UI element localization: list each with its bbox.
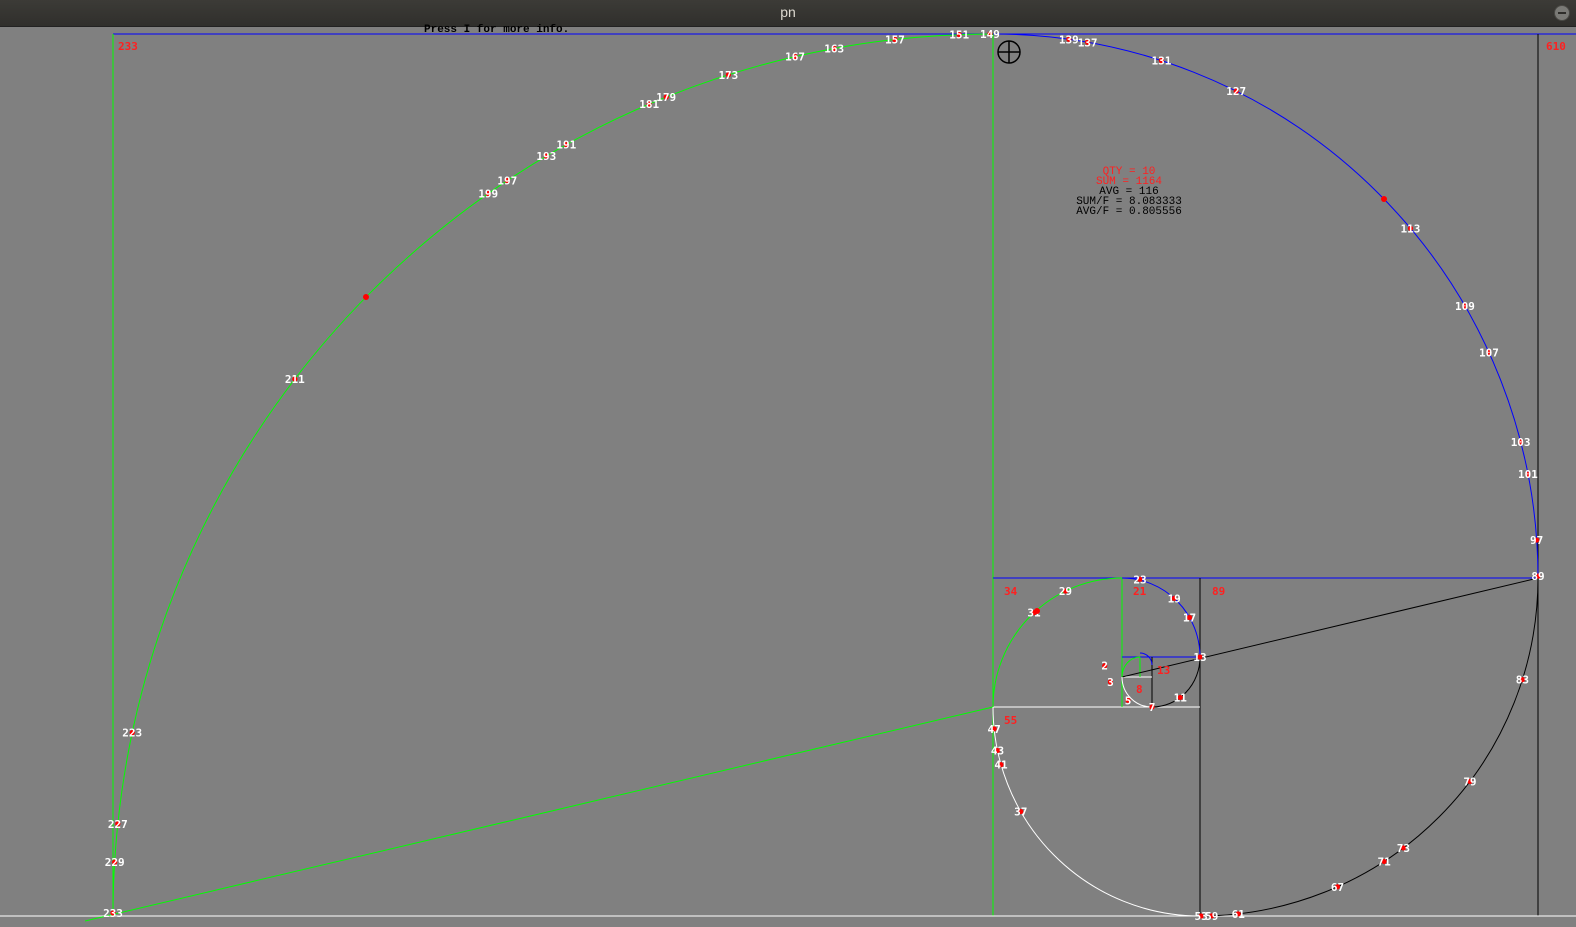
- prime-point-label: 103: [1511, 436, 1531, 449]
- prime-point-label: 83: [1516, 674, 1529, 687]
- prime-point-label: 19: [1168, 592, 1181, 605]
- help-text: Press I for more info.: [424, 24, 570, 36]
- prime-point-label: 149: [980, 28, 1000, 41]
- prime-point-label: 107: [1479, 346, 1499, 359]
- spiral-plot[interactable]: 151 1491571631671731791811911931971992112…: [0, 27, 1576, 927]
- prime-point-label: 5: [1125, 694, 1132, 707]
- prime-point-label: 67: [1331, 881, 1344, 894]
- close-icon[interactable]: [1554, 5, 1570, 21]
- prime-point-label: 7: [1149, 701, 1156, 714]
- prime-point-label: 173: [718, 69, 738, 82]
- prime-point-label: 157: [885, 33, 905, 46]
- fib-square-label: 610: [1546, 40, 1566, 53]
- prime-point-label: 3: [1107, 676, 1114, 689]
- fib-square-label: 89: [1212, 585, 1225, 598]
- prime-point-label: 179: [656, 91, 676, 104]
- prime-point-label: 191: [556, 139, 576, 152]
- prime-point-label: 101: [1518, 468, 1538, 481]
- prime-point-dot: [1381, 196, 1387, 202]
- prime-point-label: 43: [991, 744, 1004, 757]
- prime-point-label: 181: [639, 98, 659, 111]
- prime-point-label: 71: [1377, 855, 1391, 868]
- fib-square-label: 21: [1133, 585, 1147, 598]
- prime-point-label: 233: [103, 907, 123, 920]
- diagonal-black: [1121, 577, 1539, 678]
- prime-point-label: 167: [785, 51, 805, 64]
- drawing-canvas[interactable]: 151 149 157 163 167 173 179 181 191 193 197 199 211 2…: [0, 24, 1576, 927]
- stat-avg-f: AVG/F = 0.805556: [1076, 206, 1182, 218]
- prime-point-label: 197: [497, 175, 517, 188]
- prime-point-label: 163: [824, 42, 844, 55]
- prime-point-label: 37: [1014, 806, 1027, 819]
- diagonal-green: [84, 706, 994, 922]
- prime-point-label: 131: [1151, 55, 1171, 68]
- prime-point-label: 113: [1401, 222, 1421, 235]
- prime-point-label: 13: [1193, 651, 1206, 664]
- prime-point-dot: [1034, 608, 1040, 614]
- prime-point-label: 139: [1059, 33, 1079, 46]
- stats-panel: QTY = 10 SUM = 1164 AVG = 116 SUM/F = 8.…: [1058, 167, 1200, 218]
- prime-point-label: 227: [108, 818, 128, 831]
- prime-point-label: 29: [1059, 585, 1072, 598]
- window-title: pn: [780, 4, 796, 20]
- prime-point-label: 127: [1226, 85, 1246, 98]
- prime-point-label: 47: [988, 723, 1001, 736]
- prime-point-label: 211: [285, 373, 305, 386]
- fib-square-label: 34: [1004, 585, 1018, 598]
- fib-square-label: 13: [1157, 664, 1170, 677]
- prime-point-label: 109: [1455, 300, 1475, 313]
- prime-point-label: 89: [1531, 570, 1544, 583]
- arc-blue-tiny: [1139, 652, 1153, 666]
- prime-point-label: 79: [1463, 775, 1476, 788]
- arc-green-tiny: [1121, 656, 1141, 678]
- arc-black-large: [1199, 577, 1539, 917]
- fib-square-label: 55: [1004, 714, 1017, 727]
- prime-point-label: 137: [1078, 36, 1098, 49]
- title-bar: pn: [0, 0, 1576, 27]
- prime-point-label: 223: [122, 727, 142, 740]
- prime-point-label: 41: [994, 759, 1008, 772]
- prime-point-label: 73: [1397, 842, 1410, 855]
- prime-point-label: 229: [105, 856, 125, 869]
- fib-square-label: 8: [1136, 683, 1143, 696]
- prime-point-dot: [363, 294, 369, 300]
- prime-point-label: 11: [1174, 691, 1188, 704]
- arc-green-large: [112, 33, 994, 917]
- prime-point-label: 151: [949, 29, 969, 42]
- prime-point-label: 193: [536, 150, 556, 163]
- prime-point-label: 97: [1530, 534, 1543, 547]
- prime-point-label: 17: [1183, 612, 1196, 625]
- prime-point-label: 199: [478, 188, 498, 201]
- prime-point-label: 61: [1232, 908, 1246, 921]
- prime-point-label: 53: [1195, 910, 1208, 923]
- prime-point-label: 2: [1101, 660, 1108, 673]
- fib-square-label: 233: [118, 40, 138, 53]
